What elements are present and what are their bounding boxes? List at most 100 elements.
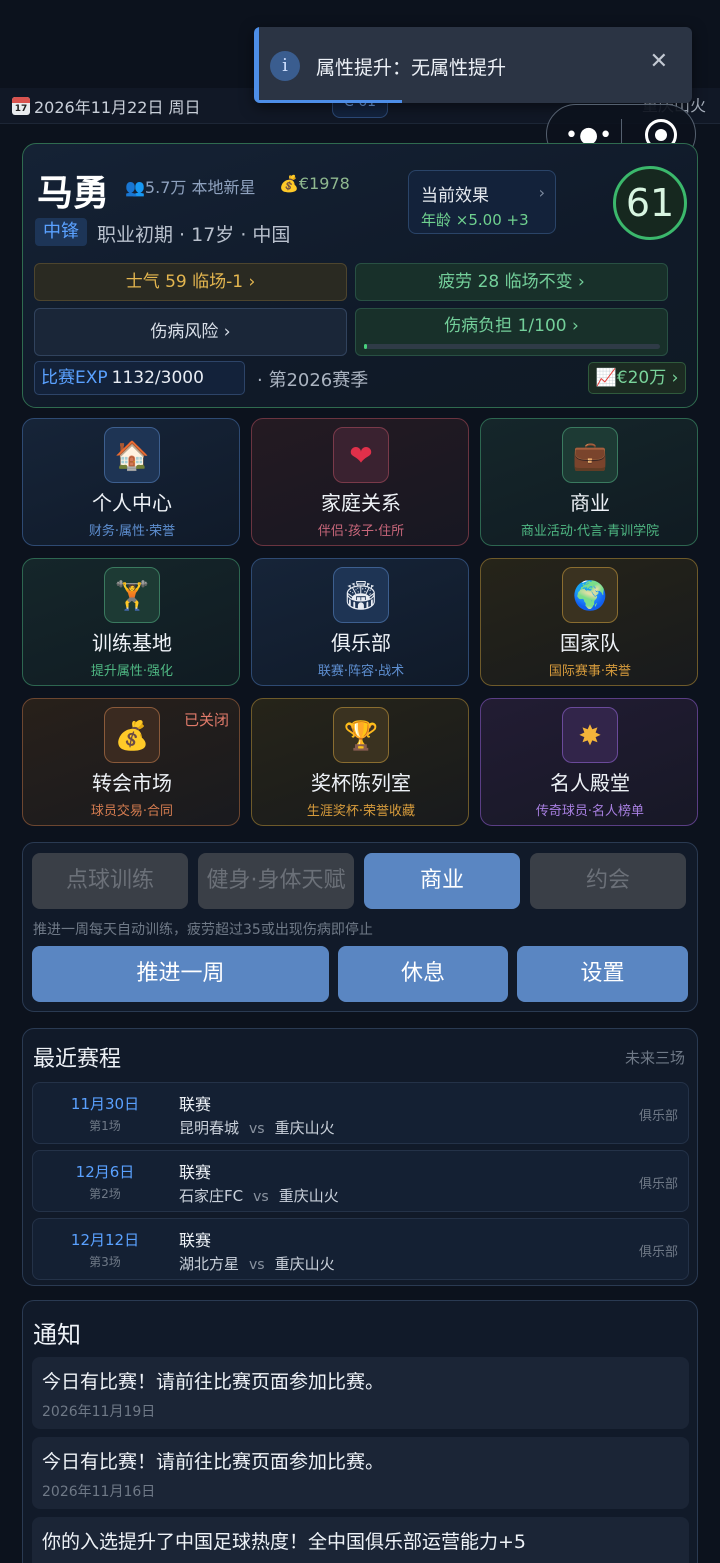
heart-icon: ❤ [333, 427, 389, 483]
tile-subtitle: 商业活动·代言·青训学院 [520, 524, 660, 539]
match-row[interactable]: 11月30日 第1场 联赛 昆明春城 vs 重庆山火 俱乐部 [32, 1082, 689, 1144]
tile-title: 个人中心 [92, 491, 172, 515]
match-scope: 俱乐部 [638, 1109, 678, 1124]
away-team: 重庆山火 [278, 1187, 339, 1205]
match-row[interactable]: 12月6日 第2场 联赛 石家庄FC vs 重庆山火 俱乐部 [32, 1150, 689, 1212]
notifications-title: 通知 [33, 1321, 81, 1349]
briefcase-icon: 💼 [562, 427, 618, 483]
athlete-icon: 🏋 [104, 567, 160, 623]
tile-family[interactable]: ❤ 家庭关系 伴侣·孩子·住所 [251, 418, 469, 546]
injury-burden-button[interactable]: 伤病负担 1/100 › [355, 308, 668, 356]
fatigue-button[interactable]: 疲劳 28 临场不变 › [355, 263, 668, 301]
home-team: 石家庄FC [179, 1187, 244, 1205]
house-icon: 🏠 [104, 427, 160, 483]
career-info: 职业初期 · 17岁 · 中国 [97, 224, 291, 246]
match-teams: 石家庄FC vs 重庆山火 [179, 1185, 339, 1206]
close-icon[interactable]: ✕ [650, 49, 668, 74]
tile-subtitle: 传奇球员·名人榜单 [535, 804, 645, 819]
match-teams: 昆明春城 vs 重庆山火 [179, 1117, 335, 1138]
notification-item[interactable]: 今日有比赛！请前往比赛页面参加比赛。 2026年11月16日 [32, 1437, 689, 1509]
notification-date: 2026年11月16日 [42, 1484, 156, 1500]
match-date: 11月30日 [70, 1095, 140, 1113]
match-date: 12月12日 [70, 1231, 140, 1249]
schedule-subtitle: 未来三场 [624, 1049, 685, 1067]
tile-business[interactable]: 💼 商业 商业活动·代言·青训学院 [480, 418, 698, 546]
mode-dating[interactable]: 约会 [530, 853, 686, 909]
away-team: 重庆山火 [274, 1119, 335, 1137]
tile-subtitle: 生涯奖杯·荣誉收藏 [306, 804, 416, 819]
injury-risk-button[interactable]: 伤病风险 › [34, 308, 347, 356]
match-date: 12月6日 [75, 1163, 135, 1181]
tile-subtitle: 国际赛事·荣誉 [548, 664, 632, 679]
notifications-panel: 通知 今日有比赛！请前往比赛页面参加比赛。 2026年11月19日 今日有比赛！… [22, 1300, 698, 1563]
tile-hall-of-fame[interactable]: ✸ 名人殿堂 传奇球员·名人榜单 [480, 698, 698, 826]
vs-label: vs [249, 1257, 265, 1273]
schedule-title: 最近赛程 [33, 1047, 122, 1072]
exp-label: 比赛EXP [41, 368, 108, 388]
match-type: 联赛 [179, 1163, 212, 1182]
toast-message: 属性提升：无属性提升 [316, 57, 507, 79]
current-effect-button[interactable]: 当前效果 › 年龄 ×5.00 +3 [408, 170, 556, 234]
mode-penalty-training[interactable]: 点球训练 [32, 853, 188, 909]
morale-button[interactable]: 士气 59 临场-1 › [34, 263, 347, 301]
info-icon: i [270, 51, 300, 81]
tile-title: 训练基地 [92, 631, 172, 655]
injury-burden-label: 伤病负担 1/100 › [444, 316, 579, 336]
match-round: 第3场 [89, 1255, 121, 1269]
tile-national-team[interactable]: 🌍 国家队 国际赛事·荣誉 [480, 558, 698, 686]
notification-item[interactable]: 你的入选提升了中国足球热度！全中国俱乐部运营能力+5 [32, 1517, 689, 1563]
player-money: 💰€1978 [279, 174, 350, 193]
toast-notification: i 属性提升：无属性提升 ✕ [254, 27, 692, 103]
home-team: 湖北方星 [179, 1255, 240, 1273]
stadium-icon: 🏟 [333, 567, 389, 623]
player-name: 马勇 [37, 173, 110, 214]
match-round: 第2场 [89, 1187, 121, 1201]
calendar-icon: 17 [12, 97, 30, 115]
player-profile-card: 马勇 👥5.7万 本地新星 💰€1978 中锋 职业初期 · 17岁 · 中国 … [22, 143, 698, 408]
vs-label: vs [253, 1189, 269, 1205]
tile-title: 转会市场 [92, 771, 172, 795]
effect-title: 当前效果 [421, 186, 489, 206]
notification-item[interactable]: 今日有比赛！请前往比赛页面参加比赛。 2026年11月19日 [32, 1357, 689, 1429]
position-badge: 中锋 [35, 218, 87, 246]
match-scope: 俱乐部 [638, 1177, 678, 1192]
match-row[interactable]: 12月12日 第3场 联赛 湖北方星 vs 重庆山火 俱乐部 [32, 1218, 689, 1280]
tile-transfer-market[interactable]: 💰 已关闭 转会市场 球员交易·合同 [22, 698, 240, 826]
exp-value: 1132/3000 [111, 368, 204, 388]
tile-personal-center[interactable]: 🏠 个人中心 财务·属性·荣誉 [22, 418, 240, 546]
action-panel: 点球训练 健身·身体天赋 商业 约会 推进一周每天自动训练，疲劳超过35或出现伤… [22, 842, 698, 1012]
tile-title: 家庭关系 [321, 491, 401, 515]
mode-fitness[interactable]: 健身·身体天赋 [198, 853, 354, 909]
tile-trophy-room[interactable]: 🏆 奖杯陈列室 生涯奖杯·荣誉收藏 [251, 698, 469, 826]
tile-subtitle: 提升属性·强化 [90, 664, 174, 679]
match-type: 联赛 [179, 1231, 212, 1250]
effect-value: 年龄 ×5.00 +3 [421, 211, 529, 229]
toast-timer-bar [259, 100, 402, 103]
tile-club[interactable]: 🏟 俱乐部 联赛·阵容·战术 [251, 558, 469, 686]
away-team: 重庆山火 [274, 1255, 335, 1273]
home-team: 昆明春城 [179, 1119, 240, 1137]
tile-subtitle: 联赛·阵容·战术 [317, 664, 405, 679]
match-scope: 俱乐部 [638, 1245, 678, 1260]
market-value-button[interactable]: 📈€20万 › [588, 362, 686, 394]
tile-title: 名人殿堂 [550, 771, 630, 795]
date-text: 2026年11月22日 周日 [34, 98, 201, 117]
star-burst-icon: ✸ [562, 707, 618, 763]
match-exp: 比赛EXP 1132/3000 [34, 361, 245, 395]
match-round: 第1场 [89, 1119, 121, 1133]
tile-title: 商业 [570, 491, 610, 515]
notification-date: 2026年11月19日 [42, 1404, 156, 1420]
tile-training-base[interactable]: 🏋 训练基地 提升属性·强化 [22, 558, 240, 686]
tile-subtitle: 财务·属性·荣誉 [88, 524, 176, 539]
advance-hint: 推进一周每天自动训练，疲劳超过35或出现伤病即停止 [33, 922, 373, 938]
trophy-icon: 🏆 [333, 707, 389, 763]
notification-text: 你的入选提升了中国足球热度！全中国俱乐部运营能力+5 [42, 1531, 527, 1553]
notification-text: 今日有比赛！请前往比赛页面参加比赛。 [42, 1371, 385, 1393]
money-bag-icon: 💰 [104, 707, 160, 763]
advance-week-button[interactable]: 推进一周 [32, 946, 329, 1002]
mode-business[interactable]: 商业 [364, 853, 520, 909]
rest-button[interactable]: 休息 [338, 946, 508, 1002]
fans-icon: 👥 [125, 178, 145, 197]
settings-button[interactable]: 设置 [517, 946, 688, 1002]
closed-badge: 已关闭 [183, 711, 229, 729]
